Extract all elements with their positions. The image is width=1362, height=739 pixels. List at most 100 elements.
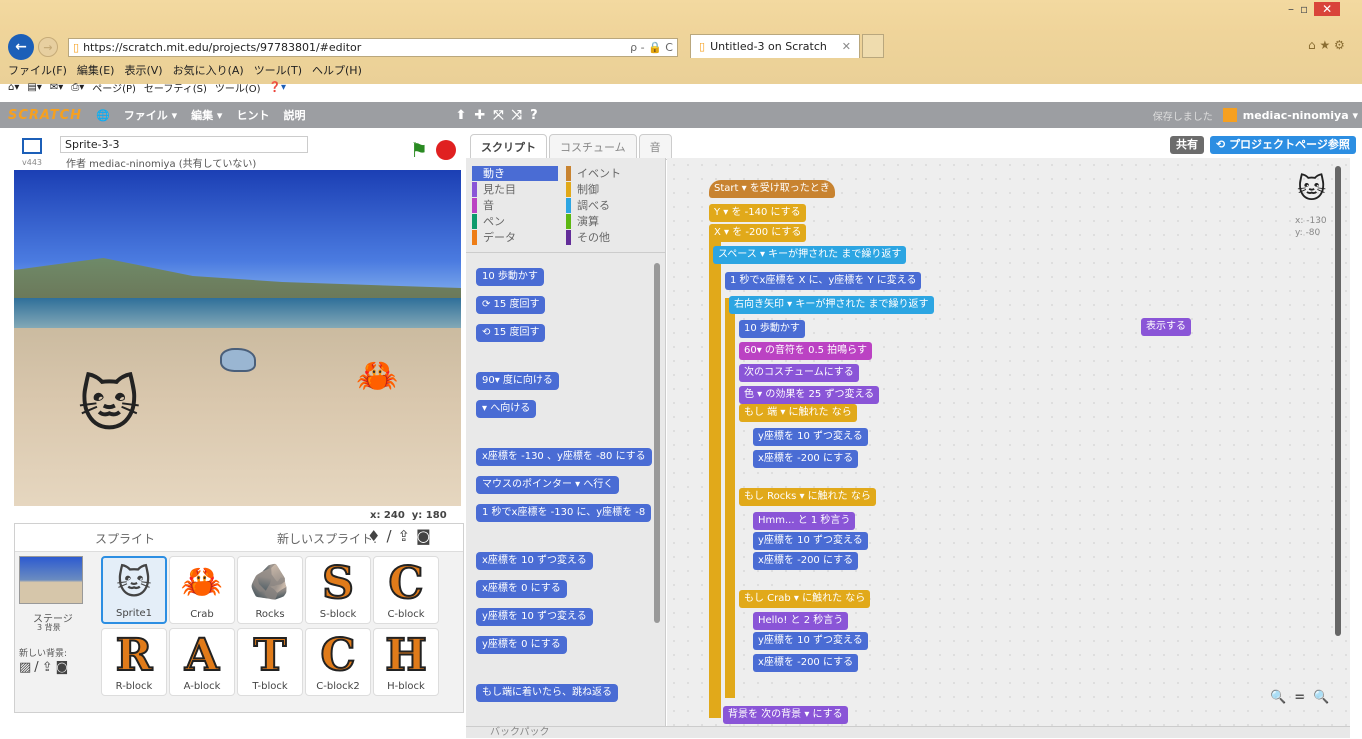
sprite-tile-crab[interactable]: 🦀 Crab — [169, 556, 235, 624]
script-block-14[interactable]: Hmm... と 1 秒言う — [753, 512, 856, 530]
share-button[interactable]: 共有 — [1170, 136, 1204, 154]
palette-block-5[interactable]: x座標を -130 、y座標を -80 にする — [476, 448, 652, 466]
settings-icon[interactable]: ⚙ — [1334, 38, 1345, 52]
cmd-tools[interactable]: ツール(O) — [215, 80, 261, 95]
script-block-19[interactable]: y座標を 10 ずつ変える — [753, 632, 868, 650]
script-block-16[interactable]: x座標を -200 にする — [753, 552, 859, 570]
close-window-icon[interactable]: ✕ — [1314, 2, 1341, 16]
script-block-11[interactable]: y座標を 10 ずつ変える — [753, 428, 868, 446]
script-block-13[interactable]: もし Rocks ▾ に触れた なら — [739, 488, 876, 506]
script-block-17[interactable]: もし Crab ▾ に触れた なら — [739, 590, 871, 608]
category-0[interactable]: 動き — [472, 166, 558, 181]
script-block-1[interactable]: Y ▾ を -140 にする — [709, 204, 806, 222]
sprite-name-field[interactable]: Sprite-3-3 — [60, 136, 308, 153]
stage-thumbnail[interactable] — [19, 556, 83, 604]
favorites-icon[interactable]: ★ — [1319, 38, 1330, 52]
maximize-icon[interactable]: ▫ — [1300, 2, 1308, 16]
category-3[interactable]: 制御 — [566, 182, 652, 197]
upload-sprite-icon[interactable]: ⇪ — [398, 527, 417, 545]
stop-icon[interactable] — [436, 140, 456, 160]
sprite-tile-h-block[interactable]: H H-block — [373, 628, 439, 696]
script-block-7[interactable]: 60▾ の音符を 0.5 拍鳴らす — [739, 342, 872, 360]
camera-sprite-icon[interactable]: ◙ — [416, 527, 437, 545]
script-block-18[interactable]: Hello! と 2 秒言う — [753, 612, 849, 630]
palette-block-6[interactable]: マウスのポインター ▾ へ行く — [476, 476, 620, 494]
sprite-tile-c-block[interactable]: C C-block — [373, 556, 439, 624]
palette-scrollbar[interactable] — [654, 263, 660, 623]
menu-tips[interactable]: ヒント — [236, 107, 269, 123]
category-7[interactable]: 演算 — [566, 214, 652, 229]
palette-block-9[interactable]: x座標を 0 にする — [476, 580, 567, 598]
script-area[interactable]: Start ▾ を受け取ったとき Y ▾ を -140 にする X ▾ を -200… — [667, 158, 1350, 726]
project-page-button[interactable]: ⟲ プロジェクトページ参照 — [1210, 136, 1356, 154]
cat-sprite[interactable]: 🐱 — [78, 370, 141, 440]
category-1[interactable]: イベント — [566, 166, 652, 181]
paint-sprite-icon[interactable]: / — [386, 527, 397, 545]
category-4[interactable]: 音 — [472, 198, 558, 213]
paint-backdrop-icon[interactable]: / — [34, 660, 41, 675]
address-bar[interactable]: ▯ https://scratch.mit.edu/projects/97783… — [68, 38, 678, 57]
duplicate-icon[interactable]: ⬆ — [455, 108, 474, 123]
palette-block-12[interactable]: もし端に着いたら、跳ね返る — [476, 684, 618, 702]
sprite-tile-t-block[interactable]: T T-block — [237, 628, 303, 696]
script-block-22[interactable]: 表示する — [1141, 318, 1191, 336]
palette-block-7[interactable]: 1 秒でx座標を -130 に、y座標を -8 — [476, 504, 652, 522]
mail-icon[interactable]: ✉▾ — [50, 82, 63, 93]
delete-icon[interactable]: ✚ — [474, 108, 493, 123]
category-8[interactable]: データ — [472, 230, 558, 245]
zoom-reset-icon[interactable]: = — [1294, 690, 1305, 705]
home-icon[interactable]: ⌂ — [1308, 38, 1316, 52]
palette-block-1[interactable]: ⟳ 15 度回す — [476, 296, 546, 314]
category-9[interactable]: その他 — [566, 230, 652, 245]
category-6[interactable]: ペン — [472, 214, 558, 229]
script-block-15[interactable]: y座標を 10 ずつ変える — [753, 532, 868, 550]
palette-block-8[interactable]: x座標を 10 ずつ変える — [476, 552, 593, 570]
choose-backdrop-icon[interactable]: ▨ — [19, 660, 34, 675]
palette-block-3[interactable]: 90▾ 度に向ける — [476, 372, 559, 390]
script-block-4[interactable]: 1 秒でx座標を X に、y座標を Y に変える — [725, 272, 922, 290]
palette-block-10[interactable]: y座標を 10 ずつ変える — [476, 608, 593, 626]
menu-help[interactable]: ヘルプ(H) — [312, 62, 362, 78]
script-block-6[interactable]: 10 歩動かす — [739, 320, 805, 338]
script-block-5[interactable]: 右向き矢印 ▾ キーが押された まで繰り返す — [729, 296, 934, 314]
zoom-out-icon[interactable]: 🔍 — [1270, 690, 1286, 705]
user-avatar[interactable] — [1222, 108, 1237, 122]
forward-button[interactable]: → — [38, 37, 58, 57]
close-tab-icon[interactable]: ✕ — [842, 40, 851, 53]
menu-file[interactable]: ファイル(F) — [8, 62, 67, 78]
camera-backdrop-icon[interactable]: ◙ — [56, 660, 72, 675]
browser-tab[interactable]: ▯ Untitled-3 on Scratch ✕ — [690, 34, 860, 58]
home-cmd-icon[interactable]: ⌂▾ — [8, 82, 19, 93]
new-tab-button[interactable] — [862, 34, 884, 58]
stage[interactable]: 🦀 🐱 — [14, 170, 461, 506]
script-scrollbar[interactable] — [1335, 166, 1341, 636]
script-block-10[interactable]: もし 端 ▾ に触れた なら — [739, 404, 857, 422]
feeds-icon[interactable]: ▤▾ — [27, 82, 41, 93]
menu-favorites[interactable]: お気に入り(A) — [173, 62, 244, 78]
tab-costumes[interactable]: コスチューム — [549, 134, 637, 160]
sprite-tile-c-block2[interactable]: C C-block2 — [305, 628, 371, 696]
tab-sounds[interactable]: 音 — [638, 134, 672, 160]
scratch-logo[interactable]: SCRATCH — [8, 108, 82, 123]
help-icon[interactable]: ❓▾ — [269, 82, 286, 93]
palette-block-4[interactable]: ▾ へ向ける — [476, 400, 537, 418]
cmd-safety[interactable]: セーフティ(S) — [144, 80, 207, 95]
menu-view[interactable]: 表示(V) — [124, 62, 162, 78]
upload-backdrop-icon[interactable]: ⇪ — [42, 660, 56, 675]
script-block-0[interactable]: Start ▾ を受け取ったとき — [709, 180, 835, 198]
cmd-page[interactable]: ページ(P) — [92, 80, 136, 95]
grow-icon[interactable]: ⤧ — [493, 108, 511, 123]
back-button[interactable]: ← — [8, 34, 34, 60]
backpack[interactable]: バックパック — [466, 726, 1350, 738]
user-name[interactable]: mediac-ninomiya ▾ — [1243, 109, 1358, 122]
category-5[interactable]: 調べる — [566, 198, 652, 213]
script-block-21[interactable]: 背景を 次の背景 ▾ にする — [723, 706, 848, 724]
shrink-icon[interactable]: ⤨ — [512, 108, 530, 123]
print-icon[interactable]: ⎙▾ — [71, 82, 84, 93]
script-block-3[interactable]: スペース ▾ キーが押された まで繰り返す — [713, 246, 907, 264]
sprite-tile-rocks[interactable]: 🪨 Rocks — [237, 556, 303, 624]
choose-sprite-icon[interactable]: ♦ — [367, 527, 386, 545]
script-block-2[interactable]: X ▾ を -200 にする — [709, 224, 807, 242]
sprite-tile-s-block[interactable]: S S-block — [305, 556, 371, 624]
script-block-9[interactable]: 色 ▾ の効果を 25 ずつ変える — [739, 386, 880, 404]
